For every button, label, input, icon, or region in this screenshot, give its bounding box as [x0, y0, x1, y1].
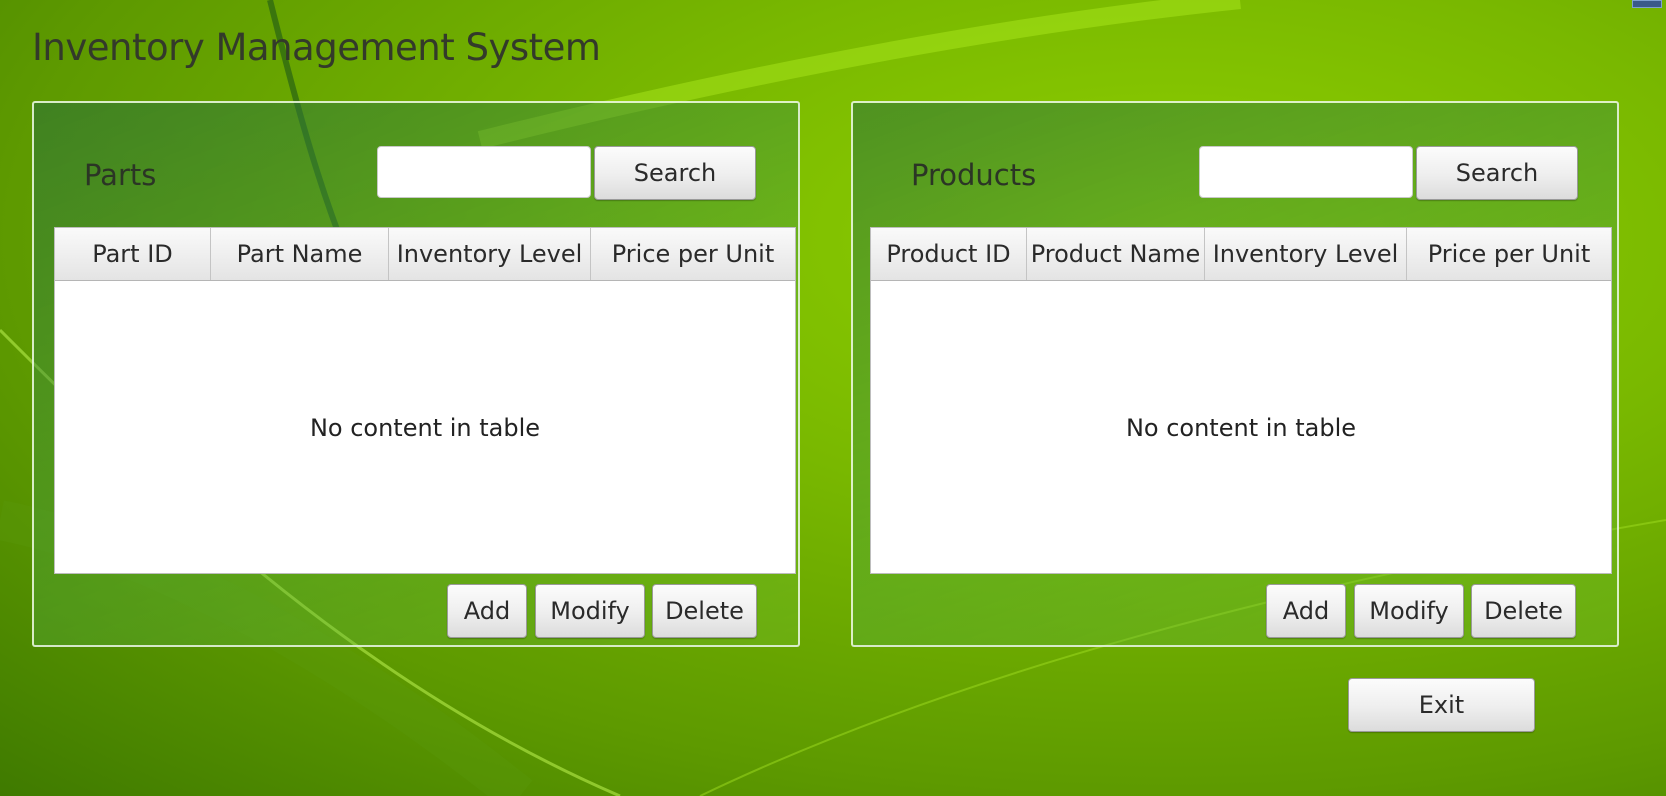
- products-modify-button[interactable]: Modify: [1354, 584, 1464, 638]
- parts-add-button[interactable]: Add: [447, 584, 527, 638]
- products-table-body[interactable]: No content in table: [871, 281, 1611, 574]
- window-control-icon[interactable]: [1632, 0, 1662, 8]
- parts-column-inventory-level[interactable]: Inventory Level: [389, 228, 591, 280]
- products-table-header: Product ID Product Name Inventory Level …: [871, 228, 1611, 281]
- parts-delete-button[interactable]: Delete: [652, 584, 757, 638]
- parts-column-part-id[interactable]: Part ID: [55, 228, 211, 280]
- exit-button[interactable]: Exit: [1348, 678, 1535, 732]
- app-title: Inventory Management System: [32, 26, 601, 69]
- parts-search-button[interactable]: Search: [594, 146, 756, 200]
- products-column-product-id[interactable]: Product ID: [871, 228, 1027, 280]
- parts-modify-button[interactable]: Modify: [535, 584, 645, 638]
- parts-title: Parts: [84, 158, 157, 192]
- parts-table[interactable]: Part ID Part Name Inventory Level Price …: [54, 227, 796, 574]
- parts-empty-placeholder: No content in table: [309, 413, 541, 442]
- products-delete-button[interactable]: Delete: [1471, 584, 1576, 638]
- products-add-button[interactable]: Add: [1266, 584, 1346, 638]
- parts-search-input[interactable]: [377, 146, 591, 198]
- products-title: Products: [911, 158, 1037, 192]
- parts-column-part-name[interactable]: Part Name: [211, 228, 389, 280]
- products-table[interactable]: Product ID Product Name Inventory Level …: [870, 227, 1612, 574]
- products-column-inventory-level[interactable]: Inventory Level: [1205, 228, 1407, 280]
- parts-panel: Parts Search Part ID Part Name Inventory…: [32, 101, 800, 647]
- products-column-price-per-unit[interactable]: Price per Unit: [1407, 228, 1611, 280]
- parts-column-price-per-unit[interactable]: Price per Unit: [591, 228, 795, 280]
- parts-table-body[interactable]: No content in table: [55, 281, 795, 574]
- products-panel: Products Search Product ID Product Name …: [851, 101, 1619, 647]
- products-search-button[interactable]: Search: [1416, 146, 1578, 200]
- products-column-product-name[interactable]: Product Name: [1027, 228, 1205, 280]
- products-empty-placeholder: No content in table: [1125, 413, 1357, 442]
- products-search-input[interactable]: [1199, 146, 1413, 198]
- parts-table-header: Part ID Part Name Inventory Level Price …: [55, 228, 795, 281]
